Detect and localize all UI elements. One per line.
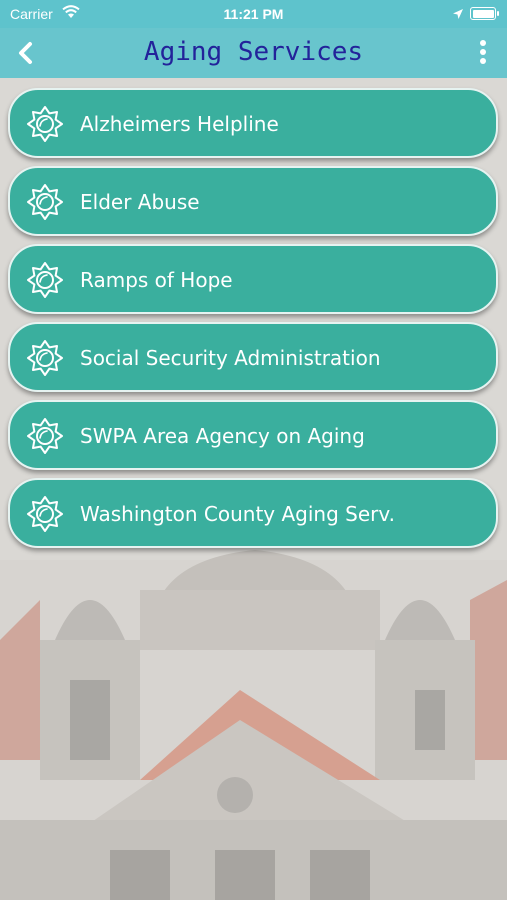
list-item-label: Ramps of Hope	[80, 268, 233, 292]
list-item-social-security-administration[interactable]: Social Security Administration	[8, 322, 498, 392]
list-item-label: SWPA Area Agency on Aging	[80, 424, 365, 448]
sun-gear-icon	[26, 105, 64, 143]
list-item-label: Washington County Aging Serv.	[80, 502, 395, 526]
list-item-label: Social Security Administration	[80, 346, 381, 370]
status-bar: Carrier 11:21 PM	[0, 0, 507, 28]
sun-gear-icon	[26, 261, 64, 299]
list-item-alzheimers-helpline[interactable]: Alzheimers Helpline	[8, 88, 498, 158]
sun-gear-icon	[26, 183, 64, 221]
list-item-swpa-area-agency-on-aging[interactable]: SWPA Area Agency on Aging	[8, 400, 498, 470]
list-item-label: Alzheimers Helpline	[80, 112, 279, 136]
more-vertical-icon	[470, 40, 496, 64]
location-arrow-icon	[452, 7, 464, 23]
clock-time: 11:21 PM	[223, 6, 284, 22]
list-item-ramps-of-hope[interactable]: Ramps of Hope	[8, 244, 498, 314]
battery-icon	[470, 7, 499, 20]
sun-gear-icon	[26, 417, 64, 455]
page-title: Aging Services	[143, 37, 364, 67]
navigation-bar: Aging Services	[0, 28, 507, 78]
sun-gear-icon	[26, 339, 64, 377]
list-item-label: Elder Abuse	[80, 190, 200, 214]
list-item-washington-county-aging-serv[interactable]: Washington County Aging Serv.	[8, 478, 498, 548]
battery-level	[472, 9, 494, 18]
more-options-button[interactable]	[470, 38, 496, 68]
list-item-elder-abuse[interactable]: Elder Abuse	[8, 166, 498, 236]
sun-gear-icon	[26, 495, 64, 533]
